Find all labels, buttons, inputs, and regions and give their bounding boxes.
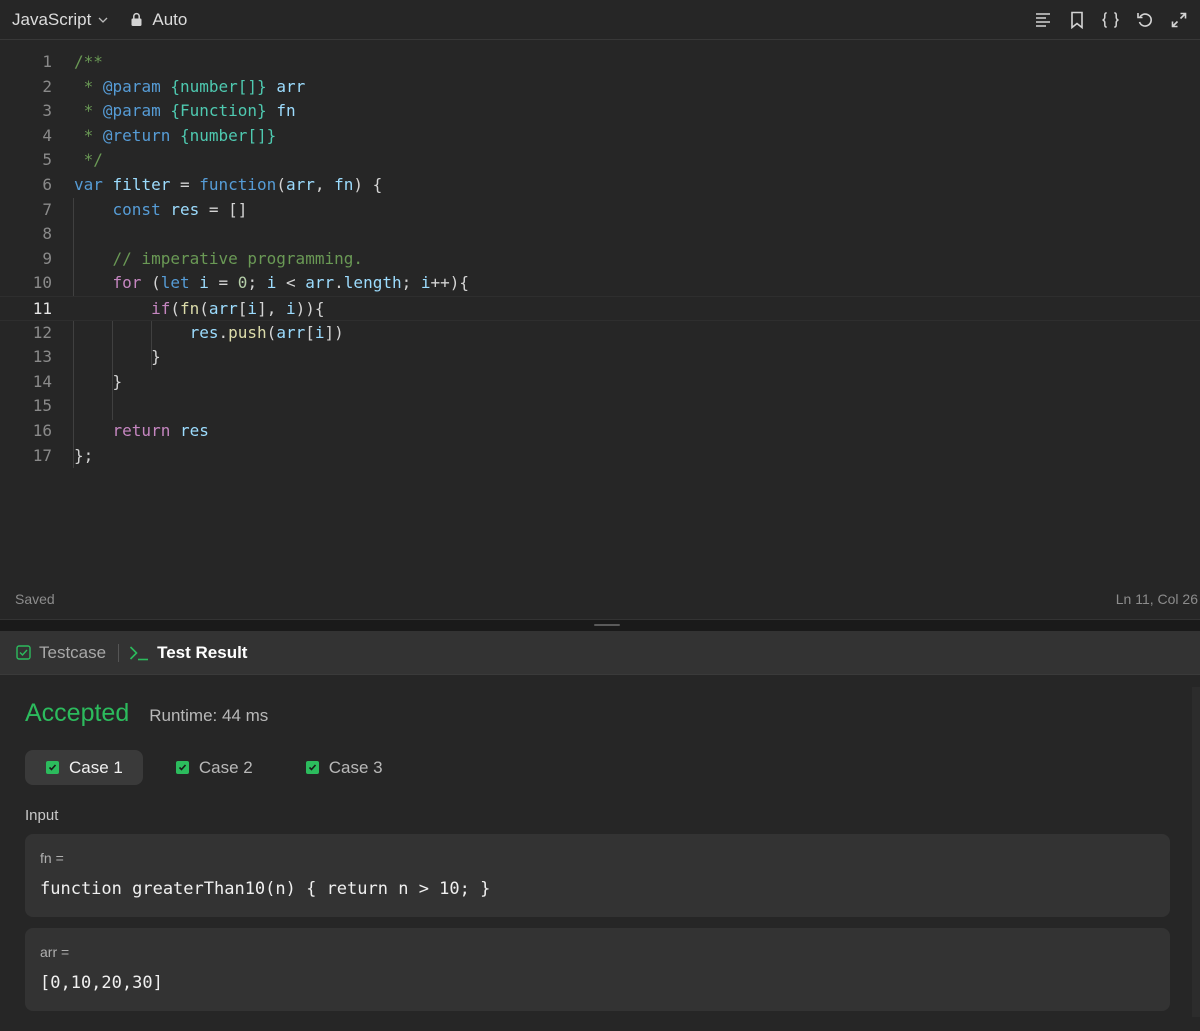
code-line[interactable]: 1 /** (0, 50, 1200, 75)
code-text: return res (112, 420, 209, 440)
code-line[interactable]: 14 } (0, 370, 1200, 395)
code-line[interactable]: 10 for (let i = 0; i < arr.length; i++){ (0, 271, 1200, 296)
tab-testcase[interactable]: Testcase (16, 643, 106, 663)
case-label: Case 1 (69, 757, 123, 777)
case-tab-2[interactable]: Case 2 (155, 750, 273, 785)
case-label: Case 2 (198, 757, 253, 777)
line-number: 6 (42, 174, 52, 194)
line-number: 5 (42, 150, 52, 170)
line-number: 9 (42, 248, 52, 268)
line-number: 7 (42, 199, 52, 219)
line-number: 3 (42, 101, 52, 121)
language-selector[interactable]: JavaScript (12, 10, 108, 30)
line-number: 11 (32, 298, 52, 318)
result-status: Accepted (25, 699, 130, 727)
mode-label: Auto (152, 9, 188, 29)
save-status: Saved (15, 591, 55, 607)
code-area[interactable]: 1/** 2 * @param {number[]} arr 3 * @param … (0, 50, 1200, 468)
code-line[interactable]: 16 return res (0, 419, 1200, 444)
expand-icon[interactable] (1169, 10, 1188, 29)
grip-icon (594, 624, 620, 626)
reset-icon[interactable] (1135, 10, 1154, 29)
check-icon (175, 761, 189, 774)
tab-divider (118, 643, 120, 662)
bookmark-icon[interactable] (1067, 10, 1086, 29)
code-line[interactable]: 17}; (0, 444, 1200, 469)
code-text: }; (74, 445, 94, 465)
code-line[interactable]: 6 var filter = function(arr, fn) { (0, 173, 1200, 198)
terminal-icon (129, 645, 149, 661)
code-line[interactable]: 3 * @param {Function} fn (0, 99, 1200, 124)
line-number: 2 (42, 76, 52, 96)
code-text: const res = [] (112, 199, 248, 219)
code-line[interactable]: 15 (0, 394, 1200, 419)
code-line[interactable]: 5 */ (0, 148, 1200, 173)
panel-tab-bar: Testcase Test Result (0, 631, 1200, 675)
input-param-arr: arr = [0,10,20,30] (25, 928, 1170, 1011)
code-text: for (let i = 0; i < arr.length; i++){ (112, 273, 470, 293)
param-value: function greaterThan10(n) { return n > 1… (40, 879, 491, 899)
editor-toolbar: JavaScript Auto (0, 0, 1200, 40)
code-text: * @param {number[]} arr (74, 76, 306, 96)
code-line[interactable]: 11 if(fn(arr[i], i)){ (0, 295, 1200, 321)
code-text: var filter = function(arr, fn) { (74, 174, 383, 194)
param-name: arr = (40, 944, 70, 960)
line-number: 16 (32, 420, 52, 440)
tab-label: Testcase (39, 642, 107, 662)
line-number: 13 (32, 347, 52, 367)
case-tab-1[interactable]: Case 1 (25, 750, 143, 785)
cursor-position: Ln 11, Col 26 (1115, 591, 1198, 607)
code-text: if(fn(arr[i], i)){ (151, 298, 325, 318)
panel-resize-handle[interactable] (0, 620, 1200, 631)
lock-icon (131, 12, 142, 26)
case-label: Case 3 (328, 757, 383, 777)
code-line[interactable]: 12 res.push(arr[i]) (0, 321, 1200, 346)
line-number: 4 (42, 125, 52, 145)
code-text: * @param {Function} fn (74, 101, 296, 121)
line-number: 1 (42, 52, 52, 71)
code-line[interactable]: 8 (0, 222, 1200, 247)
code-text: * @return {number[]} (74, 125, 277, 145)
case-tabs: Case 1 Case 2 Case 3 (25, 750, 403, 785)
scrollbar[interactable] (1192, 687, 1200, 1017)
tab-label: Test Result (157, 642, 248, 662)
code-text: // imperative programming. (112, 248, 363, 268)
code-text: */ (74, 150, 103, 170)
line-number: 10 (32, 273, 52, 293)
tab-test-result[interactable]: Test Result (129, 643, 247, 663)
param-name: fn = (40, 850, 64, 866)
line-number: 14 (32, 371, 52, 391)
line-number: 17 (32, 445, 52, 465)
checkbox-icon (16, 645, 31, 660)
code-line[interactable]: 4 * @return {number[]} (0, 124, 1200, 149)
chevron-down-icon (98, 17, 108, 23)
code-line[interactable]: 13 } (0, 345, 1200, 370)
case-tab-3[interactable]: Case 3 (285, 750, 403, 785)
input-param-fn: fn = function greaterThan10(n) { return … (25, 834, 1170, 917)
runtime-label: Runtime: 44 ms (149, 706, 269, 725)
check-icon (46, 761, 59, 774)
code-line[interactable]: 7 const res = [] (0, 198, 1200, 223)
line-number: 15 (32, 396, 52, 416)
code-editor-panel: JavaScript Auto 1 /** 2 * @param {number… (0, 0, 1200, 620)
code-line[interactable]: 2 * @param {number[]} arr (0, 75, 1200, 100)
test-result-panel: Testcase Test Result Accepted Runtime: 4… (0, 631, 1200, 1031)
code-text: } (74, 371, 123, 391)
language-label: JavaScript (12, 9, 92, 29)
braces-icon[interactable] (1101, 10, 1120, 29)
param-value: [0,10,20,30] (40, 973, 163, 993)
format-icon[interactable] (1033, 10, 1052, 29)
line-number: 8 (42, 224, 52, 244)
check-icon (305, 761, 319, 774)
input-heading: Input (25, 807, 59, 824)
code-line[interactable]: 9 // imperative programming. (0, 247, 1200, 272)
auto-mode-indicator[interactable]: Auto (130, 10, 187, 30)
code-text: /** (74, 52, 103, 71)
code-text: } (74, 347, 161, 367)
line-number: 12 (32, 322, 52, 342)
code-text: res.push(arr[i]) (189, 322, 344, 342)
